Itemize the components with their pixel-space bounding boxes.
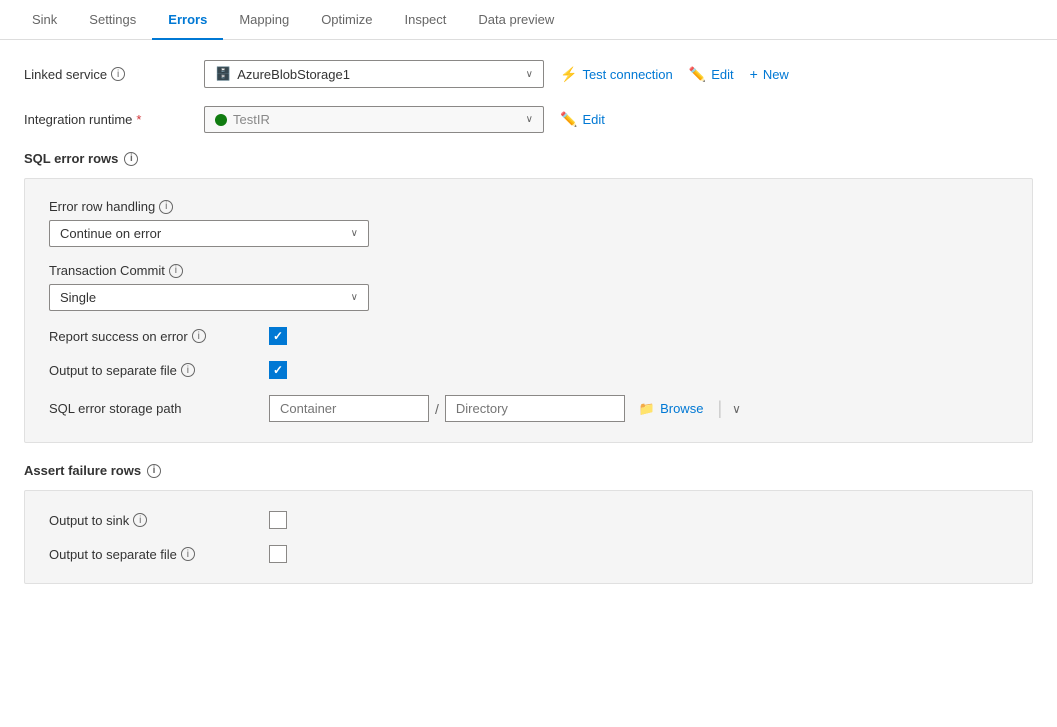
tab-data-preview[interactable]: Data preview [462, 0, 570, 40]
linked-service-actions: ⚡ Test connection ✏️ Edit + New [560, 66, 789, 83]
transaction-commit-arrow: ∨ [351, 292, 358, 303]
output-to-sink-info-icon[interactable]: i [133, 513, 147, 527]
sql-error-rows-header: SQL error rows i [24, 151, 1033, 166]
storage-icon: 🗄️ [215, 66, 231, 82]
linked-service-dropdown[interactable]: 🗄️ AzureBlobStorage1 ∨ [204, 60, 544, 88]
assert-failure-info-icon[interactable]: i [147, 464, 161, 478]
integration-runtime-row: Integration runtime * TestIR ∨ ✏️ Edit [24, 106, 1033, 133]
linked-service-row: Linked service i 🗄️ AzureBlobStorage1 ∨ … [24, 60, 1033, 88]
assert-output-separate-label: Output to separate file i [49, 547, 269, 562]
tab-sink[interactable]: Sink [16, 0, 73, 40]
main-content: Linked service i 🗄️ AzureBlobStorage1 ∨ … [0, 40, 1057, 624]
assert-failure-rows-box: Output to sink i Output to separate file… [24, 490, 1033, 584]
linked-service-dropdown-wrapper: 🗄️ AzureBlobStorage1 ∨ [204, 60, 544, 88]
error-row-handling-info-icon[interactable]: i [159, 200, 173, 214]
edit-pencil-icon: ✏️ [689, 66, 706, 83]
path-separator: / [435, 401, 439, 417]
report-success-label: Report success on error i [49, 329, 269, 344]
status-dot-green [215, 114, 227, 126]
tab-errors[interactable]: Errors [152, 0, 223, 40]
error-row-handling-arrow: ∨ [351, 228, 358, 239]
integration-runtime-dropdown[interactable]: TestIR ∨ [204, 106, 544, 133]
error-row-handling-dropdown[interactable]: Continue on error ∨ [49, 220, 369, 247]
sql-error-rows-info-icon[interactable]: i [124, 152, 138, 166]
test-connection-icon: ⚡ [560, 66, 577, 83]
storage-path-chevron[interactable]: ∨ [728, 398, 745, 420]
sql-error-storage-path-row: SQL error storage path / 📁 Browse | ∨ [49, 395, 1008, 422]
plus-icon: + [750, 66, 758, 82]
sql-error-storage-path-label: SQL error storage path [49, 401, 269, 416]
report-success-info-icon[interactable]: i [192, 329, 206, 343]
report-success-checkbox-container [269, 327, 287, 345]
output-to-sink-label: Output to sink i [49, 513, 269, 528]
transaction-commit-dropdown[interactable]: Single ∨ [49, 284, 369, 311]
assert-failure-rows-header: Assert failure rows i [24, 463, 1033, 478]
browse-button[interactable]: 📁 Browse [631, 397, 712, 421]
test-connection-button[interactable]: ⚡ Test connection [560, 66, 673, 83]
output-separate-file-row: Output to separate file i [49, 361, 1008, 379]
assert-output-separate-checkbox-container [269, 545, 287, 563]
transaction-commit-row: Transaction Commit i Single ∨ [49, 263, 1008, 311]
sql-error-rows-section: Error row handling i Continue on error ∨… [24, 178, 1033, 443]
browse-separator: | [717, 398, 722, 419]
storage-path-inputs: / 📁 Browse | ∨ [269, 395, 745, 422]
edit-integration-runtime-button[interactable]: ✏️ Edit [560, 111, 605, 128]
assert-output-separate-checkbox[interactable] [269, 545, 287, 563]
transaction-commit-info-icon[interactable]: i [169, 264, 183, 278]
integration-runtime-label: Integration runtime * [24, 112, 204, 127]
linked-service-dropdown-arrow: ∨ [526, 69, 533, 80]
linked-service-info-icon[interactable]: i [111, 67, 125, 81]
output-separate-checkbox[interactable] [269, 361, 287, 379]
report-success-checkbox[interactable] [269, 327, 287, 345]
report-success-row: Report success on error i [49, 327, 1008, 345]
assert-output-separate-info-icon[interactable]: i [181, 547, 195, 561]
tab-optimize[interactable]: Optimize [305, 0, 388, 40]
output-separate-checkbox-container [269, 361, 287, 379]
tab-settings[interactable]: Settings [73, 0, 152, 40]
assert-output-separate-row: Output to separate file i [49, 545, 1008, 563]
tab-mapping[interactable]: Mapping [223, 0, 305, 40]
edit-integration-icon: ✏️ [560, 111, 577, 128]
output-to-sink-checkbox[interactable] [269, 511, 287, 529]
new-linked-service-button[interactable]: + New [750, 66, 789, 82]
integration-runtime-actions: ✏️ Edit [560, 111, 605, 128]
directory-input[interactable] [445, 395, 625, 422]
assert-failure-rows-section: Assert failure rows i Output to sink i O… [24, 463, 1033, 584]
output-separate-file-label: Output to separate file i [49, 363, 269, 378]
tab-inspect[interactable]: Inspect [388, 0, 462, 40]
linked-service-label: Linked service i [24, 67, 204, 82]
container-input[interactable] [269, 395, 429, 422]
integration-runtime-dropdown-wrapper: TestIR ∨ [204, 106, 544, 133]
tab-bar: Sink Settings Errors Mapping Optimize In… [0, 0, 1057, 40]
transaction-commit-label: Transaction Commit i [49, 263, 269, 278]
folder-icon: 📁 [639, 401, 655, 417]
output-separate-info-icon[interactable]: i [181, 363, 195, 377]
error-row-handling-row: Error row handling i Continue on error ∨ [49, 199, 1008, 247]
edit-linked-service-button[interactable]: ✏️ Edit [689, 66, 734, 83]
output-to-sink-row: Output to sink i [49, 511, 1008, 529]
integration-runtime-dropdown-arrow: ∨ [526, 114, 533, 125]
output-to-sink-checkbox-container [269, 511, 287, 529]
error-row-handling-label: Error row handling i [49, 199, 269, 214]
